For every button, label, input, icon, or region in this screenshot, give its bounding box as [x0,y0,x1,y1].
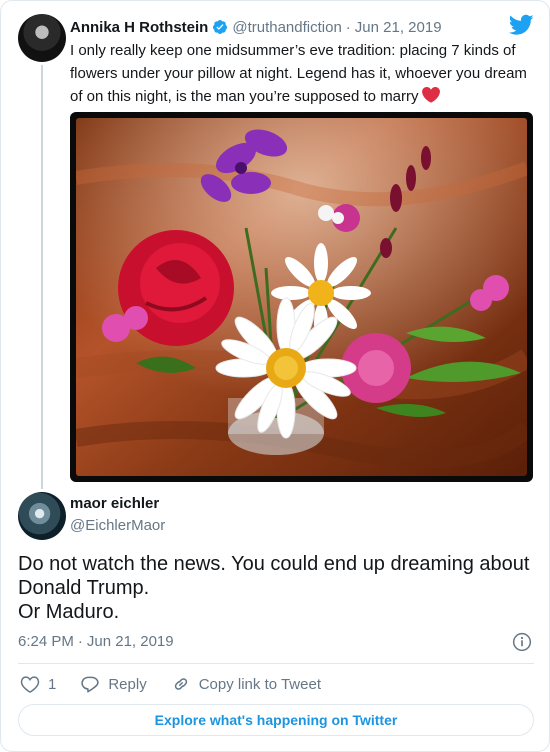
author-handle[interactable]: @truthandfiction [232,19,341,36]
quoted-tweet-body: I only really keep one midsummer’s eve t… [70,42,527,105]
meta-separator: · [77,633,83,650]
tweet-date[interactable]: Jun 21, 2019 [355,19,442,36]
avatar-maor[interactable] [18,492,66,540]
avatar-annika[interactable] [18,14,66,62]
header-separator: · [345,18,351,36]
tweet-date-reply[interactable]: Jun 21, 2019 [87,633,174,650]
like-action[interactable]: 1 [20,674,56,694]
bouquet-image [76,118,527,476]
reply-text-line: Or Maduro. [18,601,120,623]
action-divider [18,663,534,664]
info-icon[interactable] [512,632,532,652]
copy-link-action[interactable]: Copy link to Tweet [171,674,321,694]
heart-icon[interactable] [20,674,40,694]
verified-badge-icon [213,20,228,34]
reply-text-line: Do not watch the news. You could end up … [18,553,530,575]
flower-bouquet-photo[interactable] [70,112,533,482]
reply-text-line: Donald Trump. [18,577,150,599]
reply-author-handle[interactable]: @EichlerMaor [70,517,165,534]
reply-action[interactable]: Reply [80,674,147,694]
link-icon[interactable] [171,674,191,694]
author-name[interactable]: Annika H Rothstein [70,19,208,36]
quoted-tweet-header: Annika H Rothstein @truthandfiction · Ju… [70,16,442,38]
thread-connector-line [41,65,43,489]
copy-link-label[interactable]: Copy link to Tweet [199,676,321,693]
red-heart-emoji [421,87,440,103]
reply-author-name[interactable]: maor eichler [70,495,159,512]
tweet-timestamp[interactable]: 6:24 PM · Jun 21, 2019 [18,633,174,650]
like-count[interactable]: 1 [48,676,56,693]
reply-label[interactable]: Reply [108,676,146,693]
tweet-time[interactable]: 6:24 PM [18,633,74,650]
reply-bubble-icon[interactable] [80,674,100,694]
tweet-embed-card: Annika H Rothstein @truthandfiction · Ju… [0,0,550,752]
quoted-tweet-text: I only really keep one midsummer’s eve t… [70,39,530,108]
reply-tweet-text: Do not watch the news. You could end up … [18,552,538,624]
twitter-bird-icon[interactable] [509,14,534,36]
tweet-actions: 1 Reply Copy link to Tweet [20,673,345,695]
explore-twitter-button[interactable]: Explore what's happening on Twitter [18,704,534,736]
